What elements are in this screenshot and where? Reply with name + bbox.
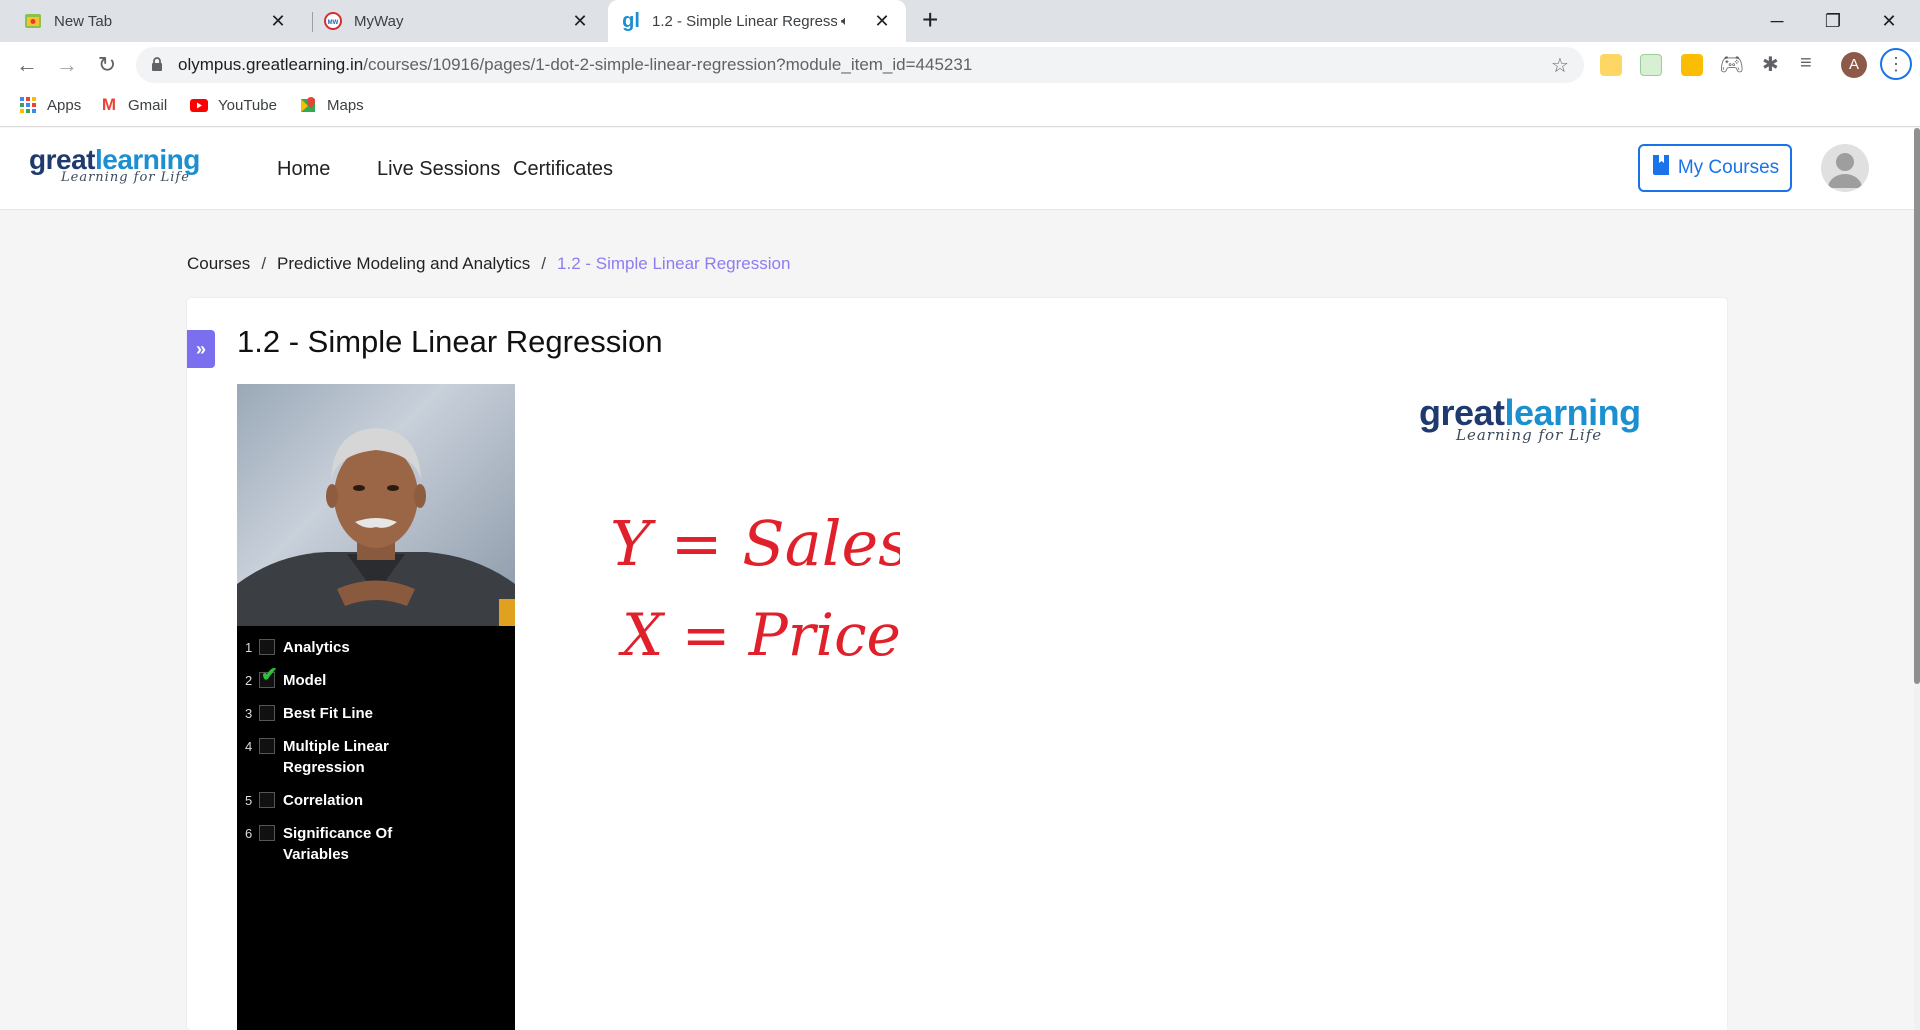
svg-text:MW: MW xyxy=(328,20,339,26)
topic-number: 6 xyxy=(245,826,253,841)
tab-myway[interactable]: MW MyWay ✕ xyxy=(312,0,604,42)
nav-certificates[interactable]: Certificates xyxy=(513,158,613,181)
video-logo-tagline: Learning for Life xyxy=(1456,426,1603,444)
video-topic-item: 2 Model xyxy=(245,665,413,691)
close-window-icon[interactable]: ✕ xyxy=(1866,6,1912,36)
bookmark-label: Maps xyxy=(327,96,364,114)
bookmark-youtube[interactable]: YouTube xyxy=(190,95,277,115)
topic-checkbox-icon xyxy=(259,792,275,808)
newtab-favicon-icon xyxy=(24,12,42,30)
close-tab-icon[interactable]: ✕ xyxy=(570,11,590,31)
my-courses-button[interactable]: My Courses xyxy=(1638,144,1792,192)
video-topic-item: 4 Multiple Linear Regression xyxy=(245,736,413,778)
restore-icon[interactable]: ❐ xyxy=(1810,6,1856,36)
bookmark-apps[interactable]: Apps xyxy=(19,95,81,115)
topic-label: Best Fit Line xyxy=(283,705,374,722)
expand-sidebar-button[interactable]: » xyxy=(187,330,215,368)
tab-title: 1.2 - Simple Linear Regressio xyxy=(652,12,837,30)
greatlearning-favicon-icon: gl xyxy=(622,9,640,32)
tab-title: New Tab xyxy=(54,12,113,30)
topic-label: Multiple Linear Regression xyxy=(283,738,389,776)
gmail-icon: M xyxy=(101,95,117,114)
extension-newtab-icon[interactable] xyxy=(1681,54,1703,76)
minimize-icon[interactable]: ─ xyxy=(1754,6,1800,36)
breadcrumb-course[interactable]: Predictive Modeling and Analytics xyxy=(277,254,530,274)
media-control-icon[interactable]: ≡ xyxy=(1800,52,1812,75)
new-tab-button[interactable]: + xyxy=(922,4,938,36)
handwriting-canvas: Y = Sales X = Price. xyxy=(610,507,900,669)
browser-menu-icon[interactable]: ⋮ xyxy=(1880,48,1912,80)
extension-notes-icon[interactable] xyxy=(1600,54,1622,76)
back-arrow-icon[interactable]: ← xyxy=(12,50,42,80)
topic-label: Model xyxy=(283,672,327,689)
tab-title: MyWay xyxy=(354,12,404,30)
handwriting-line-2: X = Price. xyxy=(618,601,900,669)
topic-label: Analytics xyxy=(283,639,350,656)
bookmark-label: Apps xyxy=(47,96,82,114)
close-tab-icon[interactable]: ✕ xyxy=(268,11,288,31)
user-avatar[interactable] xyxy=(1821,144,1869,192)
url-host: olympus.greatlearning.in xyxy=(178,55,364,74)
topic-number: 5 xyxy=(245,793,253,808)
url-path: /courses/10916/pages/1-dot-2-simple-line… xyxy=(363,55,973,74)
topic-checkbox-icon xyxy=(259,738,275,754)
url-text: olympus.greatlearning.in/courses/10916/p… xyxy=(178,55,972,75)
page-title: 1.2 - Simple Linear Regression xyxy=(237,324,663,359)
gamepad-icon[interactable]: 🎮︎ xyxy=(1719,52,1744,77)
tab-new-tab[interactable]: New Tab ✕ xyxy=(12,0,302,42)
nav-live-sessions[interactable]: Live Sessions xyxy=(377,158,500,181)
topic-number: 3 xyxy=(245,706,253,721)
myway-favicon-icon: MW xyxy=(324,12,342,30)
bookmark-label: Gmail xyxy=(128,96,168,114)
breadcrumb-separator: / xyxy=(261,254,267,273)
topic-checkbox-icon xyxy=(259,639,275,655)
topic-number: 4 xyxy=(245,739,253,754)
close-tab-icon[interactable]: ✕ xyxy=(872,11,892,31)
nav-home[interactable]: Home xyxy=(277,158,330,181)
bookmarks-bar xyxy=(0,88,1920,127)
maps-icon xyxy=(299,97,317,113)
video-topic-item: 3 Best Fit Line xyxy=(245,703,413,724)
handwriting-line-1: Y = Sales xyxy=(610,507,900,580)
apps-grid-icon xyxy=(19,97,37,113)
extensions-puzzle-icon[interactable]: ✱ xyxy=(1762,52,1779,77)
bookmark-label: YouTube xyxy=(218,96,277,114)
profile-avatar[interactable]: A xyxy=(1841,52,1867,78)
breadcrumb: Courses / Predictive Modeling and Analyt… xyxy=(187,254,790,274)
topic-checkbox-icon xyxy=(259,705,275,721)
topic-number: 2 xyxy=(245,673,253,688)
video-topic-item: 6 Significance Of Variables xyxy=(245,823,413,865)
topic-number: 1 xyxy=(245,640,253,655)
bookmark-gmail[interactable]: M Gmail xyxy=(100,95,167,115)
video-topic-item: 1 Analytics xyxy=(245,637,413,658)
topic-checkbox-icon xyxy=(259,825,275,841)
bookmark-maps[interactable]: Maps xyxy=(299,95,364,115)
topic-label: Significance Of Variables xyxy=(283,825,393,863)
topic-checkmark-icon xyxy=(259,665,278,688)
scrollbar-thumb[interactable] xyxy=(1914,128,1920,684)
speaker-icon[interactable]: 🔈︎ xyxy=(841,13,849,29)
my-courses-label: My Courses xyxy=(1677,157,1780,178)
breadcrumb-separator: / xyxy=(541,254,547,273)
logo-tagline: Learning for Life xyxy=(61,170,190,185)
breadcrumb-courses[interactable]: Courses xyxy=(187,254,250,274)
bookmark-star-icon[interactable]: ☆ xyxy=(1551,53,1569,78)
breadcrumb-current: 1.2 - Simple Linear Regression xyxy=(557,254,791,273)
topic-label: Correlation xyxy=(283,792,364,809)
reload-icon[interactable]: ↻ xyxy=(92,50,122,80)
lock-icon[interactable] xyxy=(151,56,163,77)
tab-simple-linear-regression[interactable]: gl 1.2 - Simple Linear Regressio 🔈︎ ✕ xyxy=(608,0,906,42)
video-topic-item: 5 Correlation xyxy=(245,790,413,811)
forward-arrow-icon[interactable]: → xyxy=(52,50,82,80)
instructor-video xyxy=(237,384,515,626)
book-icon xyxy=(1651,154,1671,182)
youtube-icon xyxy=(190,97,208,113)
extension-sheets-icon[interactable] xyxy=(1640,54,1662,76)
